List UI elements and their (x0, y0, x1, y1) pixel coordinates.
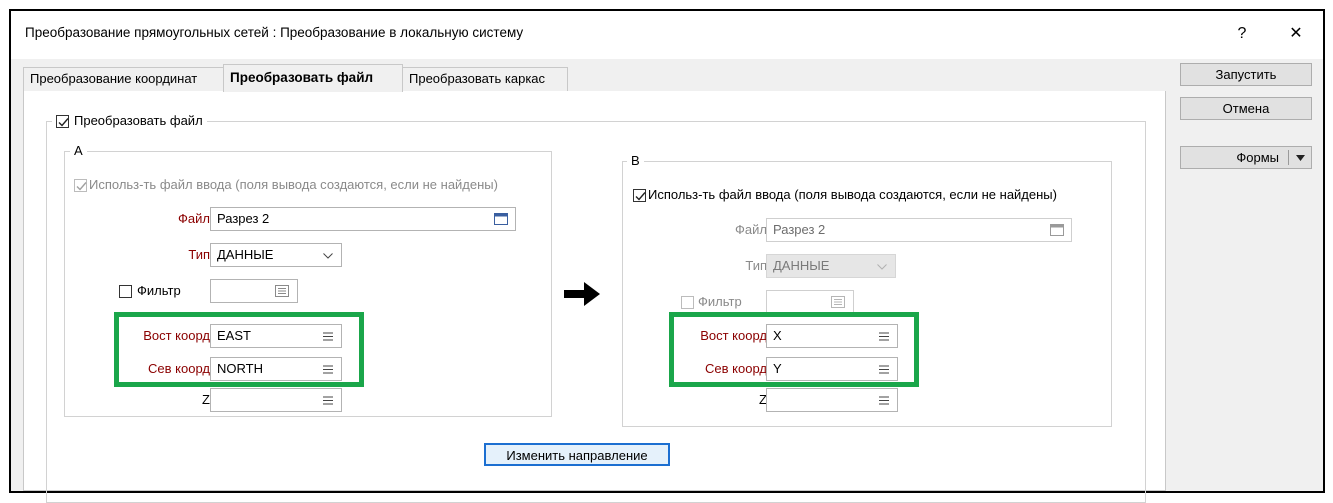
filter-list-icon[interactable] (275, 285, 289, 297)
panel-b-north-label: Сев коорд (705, 361, 767, 376)
swap-direction-label: Изменить направление (506, 448, 648, 463)
tab-label: Преобразовать каркас (409, 71, 546, 86)
panel-b-use-input-checkbox[interactable] (633, 189, 646, 202)
panel-a-type-label: Тип (188, 247, 210, 262)
help-button[interactable]: ? (1229, 21, 1255, 47)
cancel-button-label: Отмена (1222, 101, 1270, 116)
filter-list-icon[interactable] (831, 296, 845, 308)
run-button[interactable]: Запустить (1180, 63, 1312, 86)
chevron-down-icon (877, 264, 887, 270)
panel-b-title: В (627, 153, 644, 168)
swap-direction-button[interactable]: Изменить направление (484, 443, 670, 466)
field-list-icon[interactable] (323, 332, 333, 341)
panel-a-file-label: Файл (178, 211, 210, 226)
field-list-icon[interactable] (879, 365, 889, 374)
forms-button[interactable]: Формы (1180, 146, 1312, 169)
panel-a-use-input-label: Использ-ть файл ввода (поля вывода созда… (89, 177, 498, 192)
panel-a-north-field[interactable]: NORTH (210, 357, 342, 381)
panel-b-file-label: Файл (735, 222, 767, 237)
panel-a-z-field[interactable] (210, 388, 342, 412)
panel-b-type-label: Тип (745, 258, 767, 273)
panel-a-file-value: Разрез 2 (217, 211, 270, 226)
panel-b-type-select[interactable]: ДАННЫЕ (766, 254, 896, 278)
panel-a-east-label: Вост коорд (143, 328, 210, 343)
panel-a-north-label: Сев коорд (148, 361, 210, 376)
panel-b-north-field[interactable]: Y (766, 357, 898, 381)
run-button-label: Запустить (1215, 67, 1277, 82)
tab-convert-file[interactable]: Преобразовать файл (223, 64, 403, 92)
panel-b-filter-checkbox[interactable] (681, 296, 694, 309)
checkmark-icon (58, 118, 69, 127)
checkmark-icon (76, 182, 87, 191)
convert-file-legend: Преобразовать файл (52, 111, 207, 131)
title-bar: Преобразование прямоугольных сетей : Пре… (11, 11, 1323, 59)
panel-a-file-input[interactable]: Разрез 2 (210, 207, 516, 231)
field-list-icon[interactable] (323, 396, 333, 405)
panel-b-east-label: Вост коорд (700, 328, 767, 343)
convert-file-label: Преобразовать файл (74, 113, 203, 128)
dialog-window: Преобразование прямоугольных сетей : Пре… (9, 9, 1325, 503)
cancel-button[interactable]: Отмена (1180, 97, 1312, 120)
split-divider (1288, 150, 1289, 165)
panel-a-filter-input[interactable] (210, 279, 298, 303)
tab-label: Преобразование координат (30, 71, 198, 86)
chevron-down-icon (323, 253, 333, 259)
panel-b-file-input[interactable]: Разрез 2 (766, 218, 1072, 242)
panel-b-north-value: Y (773, 361, 782, 376)
browse-icon[interactable] (1050, 224, 1064, 236)
window-title: Преобразование прямоугольных сетей : Пре… (25, 25, 524, 40)
checkmark-icon (635, 192, 646, 201)
tab-convert-wireframe[interactable]: Преобразовать каркас (402, 67, 568, 91)
field-list-icon[interactable] (879, 396, 889, 405)
convert-file-checkbox[interactable] (56, 115, 69, 128)
panel-a-title: А (70, 143, 87, 158)
panel-b-z-field[interactable] (766, 388, 898, 412)
panel-b-file-value: Разрез 2 (773, 222, 826, 237)
panel-b-east-value: X (773, 328, 782, 343)
tab-label: Преобразовать файл (230, 70, 374, 85)
panel-b-east-field[interactable]: X (766, 324, 898, 348)
close-button[interactable]: ✕ (1283, 21, 1309, 47)
right-arrow-icon (564, 282, 600, 306)
panel-a-east-field[interactable]: EAST (210, 324, 342, 348)
dropdown-arrow-icon[interactable] (1296, 155, 1305, 161)
panel-b-filter-label: Фильтр (698, 294, 742, 309)
panel-b-use-input-label: Использ-ть файл ввода (поля вывода созда… (648, 187, 1057, 202)
panel-b-filter-input[interactable] (766, 290, 854, 314)
browse-icon[interactable] (494, 213, 508, 225)
tab-convert-coordinates[interactable]: Преобразование координат (23, 67, 224, 91)
panel-a-z-label: Z (202, 392, 210, 407)
field-list-icon[interactable] (323, 365, 333, 374)
panel-a-east-value: EAST (217, 328, 251, 343)
field-list-icon[interactable] (879, 332, 889, 341)
tab-content: Преобразовать файл А Использ-ть файл вво… (23, 91, 1166, 503)
panel-a-type-value: ДАННЫЕ (217, 247, 274, 262)
forms-button-label: Формы (1236, 150, 1279, 165)
panel-a-north-value: NORTH (217, 361, 263, 376)
panel-a-type-select[interactable]: ДАННЫЕ (210, 243, 342, 267)
panel-a-filter-label: Фильтр (137, 283, 181, 298)
panel-b-type-value: ДАННЫЕ (773, 258, 830, 273)
panel-a-use-input-checkbox[interactable] (74, 179, 87, 192)
panel-a-filter-checkbox[interactable] (119, 285, 132, 298)
